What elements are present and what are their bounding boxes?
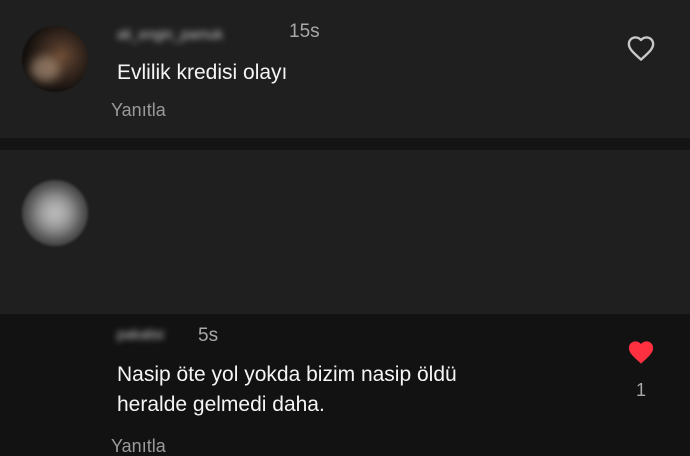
- avatar[interactable]: [22, 180, 88, 246]
- reply-button[interactable]: Yanıtla: [111, 436, 166, 456]
- comment-timestamp: 15s: [289, 21, 320, 42]
- comment-username[interactable]: ali_engin_pamuk: [117, 26, 223, 42]
- comment-item: pakalisi 5s Nasip öte yol yokda bizim na…: [0, 150, 690, 456]
- heart-filled-icon[interactable]: [626, 338, 656, 366]
- heart-outline-icon[interactable]: [626, 34, 656, 62]
- comment-item: ali_engin_pamuk 15s Evlilik kredisi olay…: [0, 0, 690, 138]
- comment-text-line: heralde gelmedi daha.: [117, 393, 325, 416]
- comment-username[interactable]: pakalisi: [117, 326, 164, 342]
- comment-timestamp: 5s: [198, 325, 219, 346]
- comment-divider: [0, 138, 690, 150]
- comment-text: Nasip öte yol yokda bizim nasip öldü her…: [117, 360, 457, 420]
- reply-button[interactable]: Yanıtla: [111, 100, 166, 120]
- comment-text-line: Nasip öte yol yokda bizim nasip öldü: [117, 363, 457, 386]
- comment-text: Evlilik kredisi olayı: [117, 61, 288, 84]
- avatar[interactable]: [22, 26, 88, 92]
- like-count: 1: [635, 380, 646, 400]
